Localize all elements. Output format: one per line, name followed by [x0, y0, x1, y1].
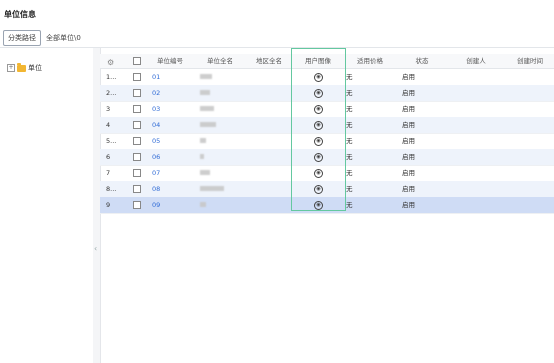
column-header-creator[interactable]: 创建人 — [448, 54, 504, 68]
price-value: 无 — [346, 137, 353, 145]
row-checkbox[interactable] — [133, 105, 141, 113]
unit-name-redacted — [200, 106, 214, 111]
price-value: 无 — [346, 73, 353, 81]
table-row[interactable]: 5... 05 ◉ 无 启用 — [100, 133, 554, 150]
unit-table: ⚙ 单位编号 单位全名 地区全名 用户图像 适用价格 状态 创建人 创建时间 1… — [100, 48, 554, 363]
row-checkbox[interactable] — [133, 169, 141, 177]
price-value: 无 — [346, 185, 353, 193]
unit-name-redacted — [200, 154, 204, 159]
unit-name-redacted — [200, 74, 212, 79]
status-value: 启用 — [402, 153, 415, 161]
column-header-user-image[interactable]: 用户图像 — [292, 54, 344, 68]
path-text: 全部单位\0 — [46, 34, 81, 42]
table-row[interactable]: 6 06 ◉ 无 启用 — [100, 149, 554, 166]
column-settings-header[interactable]: ⚙ — [100, 54, 122, 68]
select-all-header[interactable] — [128, 54, 144, 68]
row-index: 1... — [106, 73, 117, 81]
user-avatar-icon[interactable]: ◉ — [314, 169, 323, 178]
status-value: 启用 — [402, 89, 415, 97]
row-index: 7 — [106, 169, 111, 177]
unit-code[interactable]: 08 — [152, 181, 160, 197]
table-row[interactable]: 1... 01 ◉ 无 启用 — [100, 69, 554, 86]
column-header-price[interactable]: 适用价格 — [344, 54, 396, 68]
table-row[interactable]: 8... 08 ◉ 无 启用 — [100, 181, 554, 198]
unit-code[interactable]: 09 — [152, 197, 160, 213]
unit-name-redacted — [200, 202, 206, 207]
user-avatar-icon[interactable]: ◉ — [314, 137, 323, 146]
tree-node-root[interactable]: + 单位 — [7, 62, 42, 73]
unit-code[interactable]: 02 — [152, 85, 160, 101]
row-checkbox[interactable] — [133, 201, 141, 209]
page-title: 单位信息 — [4, 10, 36, 19]
row-index: 3 — [106, 105, 111, 113]
row-index: 8... — [106, 185, 117, 193]
row-checkbox[interactable] — [133, 153, 141, 161]
column-header-name[interactable]: 单位全名 — [196, 54, 244, 68]
price-value: 无 — [346, 169, 353, 177]
table-header: ⚙ 单位编号 单位全名 地区全名 用户图像 适用价格 状态 创建人 创建时间 — [100, 54, 554, 69]
unit-code[interactable]: 05 — [152, 133, 160, 149]
column-header-region[interactable]: 地区全名 — [246, 54, 292, 68]
status-value: 启用 — [402, 185, 415, 193]
status-value: 启用 — [402, 105, 415, 113]
table-row[interactable]: 7 07 ◉ 无 启用 — [100, 165, 554, 182]
price-value: 无 — [346, 105, 353, 113]
row-index: 6 — [106, 153, 111, 161]
unit-code[interactable]: 04 — [152, 117, 160, 133]
column-header-created-time[interactable]: 创建时间 — [506, 54, 554, 68]
user-avatar-icon[interactable]: ◉ — [314, 201, 323, 210]
category-tree: + 单位 — [0, 48, 94, 363]
unit-name-redacted — [200, 122, 216, 127]
column-header-code[interactable]: 单位编号 — [148, 54, 192, 68]
unit-code[interactable]: 07 — [152, 165, 160, 181]
user-avatar-icon[interactable]: ◉ — [314, 153, 323, 162]
price-value: 无 — [346, 121, 353, 129]
gear-icon[interactable]: ⚙ — [107, 56, 114, 70]
price-value: 无 — [346, 153, 353, 161]
row-checkbox[interactable] — [133, 121, 141, 129]
chevron-left-icon[interactable]: ‹ — [94, 244, 97, 253]
unit-code[interactable]: 03 — [152, 101, 160, 117]
unit-name-redacted — [200, 170, 210, 175]
table-row[interactable]: 3 03 ◉ 无 启用 — [100, 101, 554, 118]
status-value: 启用 — [402, 121, 415, 129]
price-value: 无 — [346, 89, 353, 97]
row-index: 2... — [106, 89, 117, 97]
tree-node-label: 单位 — [28, 64, 42, 72]
folder-icon — [17, 62, 26, 72]
path-bar: 分类路径 全部单位\0 — [3, 30, 81, 46]
unit-code[interactable]: 01 — [152, 69, 160, 85]
row-checkbox[interactable] — [133, 185, 141, 193]
expand-icon[interactable]: + — [7, 64, 15, 72]
table-row[interactable]: 2... 02 ◉ 无 启用 — [100, 85, 554, 102]
user-avatar-icon[interactable]: ◉ — [314, 105, 323, 114]
user-avatar-icon[interactable]: ◉ — [314, 121, 323, 130]
row-checkbox[interactable] — [133, 73, 141, 81]
table-row[interactable]: 9 09 ◉ 无 启用 — [100, 197, 554, 214]
unit-name-redacted — [200, 90, 210, 95]
status-value: 启用 — [402, 201, 415, 209]
table-row[interactable]: 4 04 ◉ 无 启用 — [100, 117, 554, 134]
status-value: 启用 — [402, 169, 415, 177]
row-index: 4 — [106, 121, 111, 129]
status-value: 启用 — [402, 137, 415, 145]
column-header-status[interactable]: 状态 — [398, 54, 446, 68]
price-value: 无 — [346, 201, 353, 209]
unit-name-redacted — [200, 138, 206, 143]
row-checkbox[interactable] — [133, 89, 141, 97]
user-avatar-icon[interactable]: ◉ — [314, 89, 323, 98]
select-all-checkbox[interactable] — [133, 57, 141, 65]
row-checkbox[interactable] — [133, 137, 141, 145]
status-value: 启用 — [402, 73, 415, 81]
unit-name-redacted — [200, 186, 224, 191]
category-path-button[interactable]: 分类路径 — [3, 30, 41, 46]
unit-code[interactable]: 06 — [152, 149, 160, 165]
row-index: 5... — [106, 137, 117, 145]
user-avatar-icon[interactable]: ◉ — [314, 73, 323, 82]
row-index: 9 — [106, 201, 111, 209]
user-avatar-icon[interactable]: ◉ — [314, 185, 323, 194]
